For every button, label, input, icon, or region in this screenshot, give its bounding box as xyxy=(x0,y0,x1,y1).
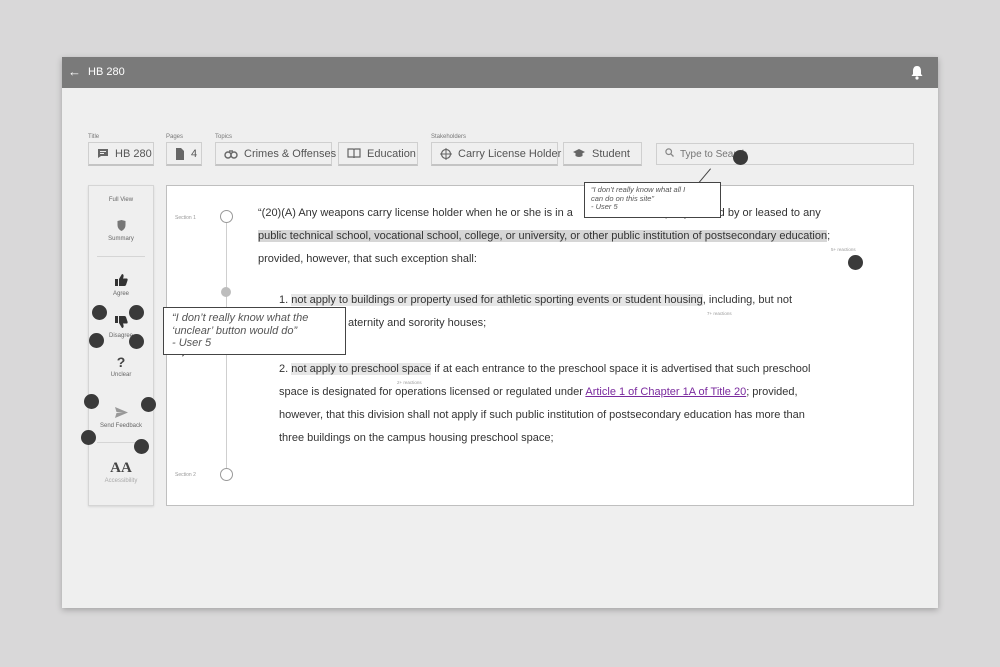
question-mark-icon: ? xyxy=(116,354,126,370)
search-box[interactable] xyxy=(656,143,914,165)
highlighted-text[interactable]: not apply to preschool space xyxy=(291,363,432,375)
topic-chip-education[interactable]: Education xyxy=(338,142,418,166)
book-icon xyxy=(347,147,361,161)
comment-icon xyxy=(97,147,109,161)
sidebar-item-label: Send Feedback xyxy=(99,423,143,429)
doc-line: aternity and sorority houses; xyxy=(348,317,487,329)
doc-line: “(20)(A) Any weapons carry license holde… xyxy=(258,207,821,219)
back-arrow-icon[interactable]: ← xyxy=(68,64,81,80)
bell-icon[interactable] xyxy=(910,65,924,80)
sidebar-item-label: Summary xyxy=(108,236,134,242)
doc-line: space is designated for operations licen… xyxy=(279,386,798,398)
crosshair-icon xyxy=(440,147,452,161)
section-label: Section 1 xyxy=(175,215,196,221)
doc-line: provided, however, that such exception s… xyxy=(258,253,477,265)
topic-label: Crimes & Offenses xyxy=(244,147,337,160)
sidebar-item-accessibility[interactable]: AA Accessibility xyxy=(89,460,153,485)
doc-line: three buildings on the campus housing pr… xyxy=(279,432,554,444)
research-dot xyxy=(141,397,156,412)
doc-line: however, that this division shall not ap… xyxy=(279,409,805,421)
sidebar-item-summary[interactable]: Summary xyxy=(89,219,153,242)
doc-line: public technical school, vocational scho… xyxy=(258,230,831,242)
stakeholder-chip-carry-license[interactable]: Carry License Holder xyxy=(431,142,562,166)
pages-label: Pages xyxy=(166,134,184,140)
shield-icon xyxy=(89,219,153,233)
app-window: ← HB 280 Title Pages Topics Stakeholders… xyxy=(62,57,938,608)
timeline-section-1[interactable] xyxy=(220,210,233,223)
title-chip[interactable]: HB 280 xyxy=(88,142,154,166)
quote-author: - User 5 xyxy=(172,337,212,350)
sidebar-divider xyxy=(97,256,145,257)
reaction-count[interactable]: 7+ reactions xyxy=(707,311,732,316)
top-bar: ← HB 280 xyxy=(62,57,938,88)
document-icon xyxy=(175,147,185,161)
stakeholders-label: Stakeholders xyxy=(431,134,467,140)
quote-text: ‘unclear’ button would do” xyxy=(172,324,298,337)
section-label: Section 2 xyxy=(175,472,196,478)
page-title: HB 280 xyxy=(88,66,125,78)
user-quote-box: “I don’t really know what the ‘unclear’ … xyxy=(163,307,346,355)
pages-value: 4 xyxy=(191,147,198,160)
sidebar-item-full-view[interactable]: Full View xyxy=(89,197,153,203)
reaction-count[interactable]: 5+ reactions xyxy=(831,247,856,252)
search-input[interactable] xyxy=(680,148,880,160)
search-icon xyxy=(665,148,674,160)
topic-label: Education xyxy=(367,147,416,160)
research-dot xyxy=(134,439,149,454)
topics-label: Topics xyxy=(215,134,233,140)
quote-author: - User 5 xyxy=(591,202,618,212)
research-dot xyxy=(129,334,144,349)
title-value: HB 280 xyxy=(115,147,152,160)
research-dot xyxy=(848,255,863,270)
highlighted-text[interactable]: not apply to buildings or property used … xyxy=(291,294,703,306)
stakeholder-chip-student[interactable]: Student xyxy=(563,142,642,166)
sidebar-item-label: Accessibility xyxy=(104,478,138,484)
pages-chip[interactable]: 4 xyxy=(166,142,202,166)
doc-line: 1. not apply to buildings or property us… xyxy=(279,294,793,306)
sidebar-item-unclear[interactable]: ? Unclear xyxy=(89,355,153,378)
highlighted-text[interactable]: public technical school, vocational scho… xyxy=(258,230,828,242)
thumbs-up-icon xyxy=(89,274,153,288)
accessibility-icon: AA xyxy=(110,460,132,476)
research-dot xyxy=(129,305,144,320)
title-label: Title xyxy=(88,134,100,140)
sidebar-item-agree[interactable]: Agree xyxy=(89,274,153,297)
handcuffs-icon xyxy=(224,147,238,161)
research-dot xyxy=(733,150,748,165)
article-link[interactable]: Article 1 of Chapter 1A of Title 20 xyxy=(585,386,746,398)
sidebar-item-label: Full View xyxy=(108,197,134,203)
research-dot xyxy=(84,394,99,409)
timeline-section-2[interactable] xyxy=(220,468,233,481)
sidebar-item-label: Agree xyxy=(112,291,129,297)
research-dot xyxy=(89,333,104,348)
research-dot xyxy=(92,305,107,320)
timeline-marker[interactable] xyxy=(221,287,231,297)
doc-line: 2. not apply to preschool space if at ea… xyxy=(279,363,811,375)
topic-chip-crimes[interactable]: Crimes & Offenses xyxy=(215,142,336,166)
sidebar-item-label: Unclear xyxy=(110,372,132,378)
stakeholder-label: Carry License Holder xyxy=(458,147,562,160)
stakeholder-label: Student xyxy=(592,147,630,160)
research-dot xyxy=(81,430,96,445)
quote-text: “I don’t really know what the xyxy=(172,312,309,324)
graduation-cap-icon xyxy=(572,147,586,161)
user-quote-box: “I don’t really know what all I can do o… xyxy=(584,182,721,218)
